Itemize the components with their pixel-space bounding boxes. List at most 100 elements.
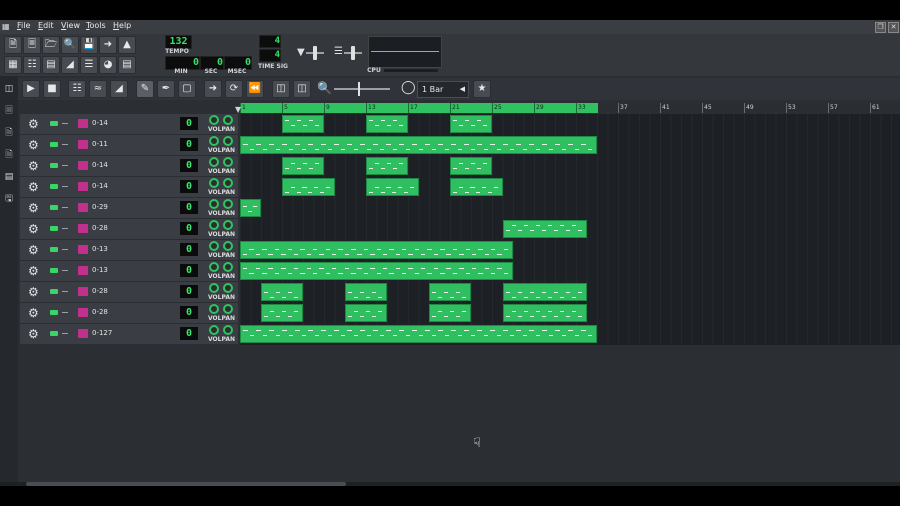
pattern-clip[interactable] [450,178,503,196]
instrument-icon[interactable] [78,140,88,149]
volume-knob[interactable] [209,136,219,146]
track-channel-lcd[interactable]: 0 [180,117,198,130]
track-gear-icon[interactable]: ⚙ [28,159,39,173]
panning-knob[interactable] [223,157,233,167]
export-project-icon[interactable]: ➜ [99,36,117,54]
track-row[interactable]: ⚙ 0-14 0 VOLPAN [20,156,238,177]
piano-roll-icon[interactable]: ▤ [42,56,60,74]
my-samples-icon[interactable]: 🗎 [4,128,14,138]
pattern-clip[interactable] [366,157,408,175]
panning-knob[interactable] [223,220,233,230]
track-channel-lcd[interactable]: 0 [180,180,198,193]
solo-button[interactable] [62,249,68,250]
root-directory-icon[interactable]: 🖫 [4,194,14,204]
solo-button[interactable] [62,207,68,208]
volume-knob[interactable] [209,115,219,125]
mute-button[interactable] [50,310,58,315]
solo-button[interactable] [62,291,68,292]
pattern-clip[interactable] [282,157,324,175]
instrument-icon[interactable] [78,182,88,191]
my-home-icon[interactable]: ▤ [4,172,14,182]
beat-bassline-editor-icon[interactable]: ☷ [23,56,41,74]
panning-knob[interactable] [223,283,233,293]
menu-help[interactable]: Help [113,21,131,30]
solo-button[interactable] [62,270,68,271]
pattern-clip[interactable] [450,157,492,175]
track-name[interactable]: 0-13 [92,245,108,253]
volume-knob[interactable] [209,325,219,335]
menu-view[interactable]: View [61,21,80,30]
track-name[interactable]: 0-28 [92,287,108,295]
track-name[interactable]: 0-127 [92,329,112,337]
menu-tools[interactable]: Tools [86,21,106,30]
oscilloscope[interactable] [368,36,442,68]
horizontal-scrollbar[interactable] [0,482,900,486]
select-mode-icon[interactable]: ▢ [178,80,196,98]
volume-knob[interactable] [209,199,219,209]
pattern-clip[interactable] [240,241,513,259]
volume-knob[interactable] [209,304,219,314]
zoom-slider[interactable] [334,88,390,90]
solo-button[interactable] [62,228,68,229]
loop-points-icon[interactable]: ⟳ [225,80,243,98]
pattern-clip[interactable] [240,136,597,154]
add-automation-track-icon[interactable]: ◢ [110,80,128,98]
time-signature-denominator[interactable]: 4 [259,49,281,62]
zoom-slider-handle[interactable] [358,82,360,96]
panning-knob[interactable] [223,262,233,272]
pattern-clip[interactable] [345,304,387,322]
track-gear-icon[interactable]: ⚙ [28,327,39,341]
loop-range[interactable] [240,103,598,113]
track-name[interactable]: 0-28 [92,308,108,316]
add-sample-track-icon[interactable]: ≈ [89,80,107,98]
track-row[interactable]: ⚙ 0-28 0 VOLPAN [20,219,238,240]
track-name[interactable]: 0-11 [92,140,108,148]
track-gear-icon[interactable]: ⚙ [28,306,39,320]
timeline-ruler[interactable]: 1 5 9 13 17 21 25 29 33 37 41 45 49 53 57 61 [240,103,900,113]
mute-button[interactable] [50,247,58,252]
track-row[interactable]: ⚙ 0-28 0 VOLPAN [20,303,238,324]
solo-button[interactable] [62,123,68,124]
proportional-snap-icon[interactable]: ★ [473,80,491,98]
track-row[interactable]: ⚙ 0-11 0 VOLPAN [20,135,238,156]
stop-behaviour-icon[interactable]: ⏪ [246,80,264,98]
menu-edit[interactable]: Edit [38,21,54,30]
recent-projects-icon[interactable]: 🔍 [61,36,79,54]
mute-button[interactable] [50,121,58,126]
track-gear-icon[interactable]: ⚙ [28,117,39,131]
panning-knob[interactable] [223,241,233,251]
mute-button[interactable] [50,331,58,336]
track-name[interactable]: 0-28 [92,224,108,232]
time-signature-numerator[interactable]: 4 [259,35,281,48]
track-row[interactable]: ⚙ 0-13 0 VOLPAN [20,261,238,282]
knife-mode-icon[interactable]: ✒ [157,80,175,98]
draw-mode-icon[interactable]: ✎ [136,80,154,98]
pattern-clip[interactable] [450,115,492,133]
panning-knob[interactable] [223,115,233,125]
instrument-icon[interactable] [78,266,88,275]
master-volume-handle[interactable] [313,46,317,60]
insert-bar-icon[interactable]: ◫ [272,80,290,98]
mute-button[interactable] [50,289,58,294]
track-channel-lcd[interactable]: 0 [180,138,198,151]
track-channel-lcd[interactable]: 0 [180,285,198,298]
solo-button[interactable] [62,144,68,145]
track-name[interactable]: 0-14 [92,119,108,127]
my-presets-icon[interactable]: 🗎 [4,150,14,160]
track-gear-icon[interactable]: ⚙ [28,138,39,152]
pattern-clip[interactable] [261,283,303,301]
project-notes-icon[interactable]: ▤ [118,56,136,74]
horizontal-scrollbar-thumb[interactable] [26,482,346,486]
track-channel-lcd[interactable]: 0 [180,201,198,214]
auto-scroll-icon[interactable]: ➜ [204,80,222,98]
song-editor-icon[interactable]: ▦ [4,56,22,74]
pattern-clip[interactable] [429,304,471,322]
restore-window-icon[interactable]: ❐ [875,22,886,33]
track-gear-icon[interactable]: ⚙ [28,264,39,278]
track-gear-icon[interactable]: ⚙ [28,201,39,215]
track-gear-icon[interactable]: ⚙ [28,222,39,236]
mute-button[interactable] [50,268,58,273]
track-row[interactable]: ⚙ 0-14 0 VOLPAN [20,114,238,135]
solo-button[interactable] [62,186,68,187]
mute-button[interactable] [50,205,58,210]
